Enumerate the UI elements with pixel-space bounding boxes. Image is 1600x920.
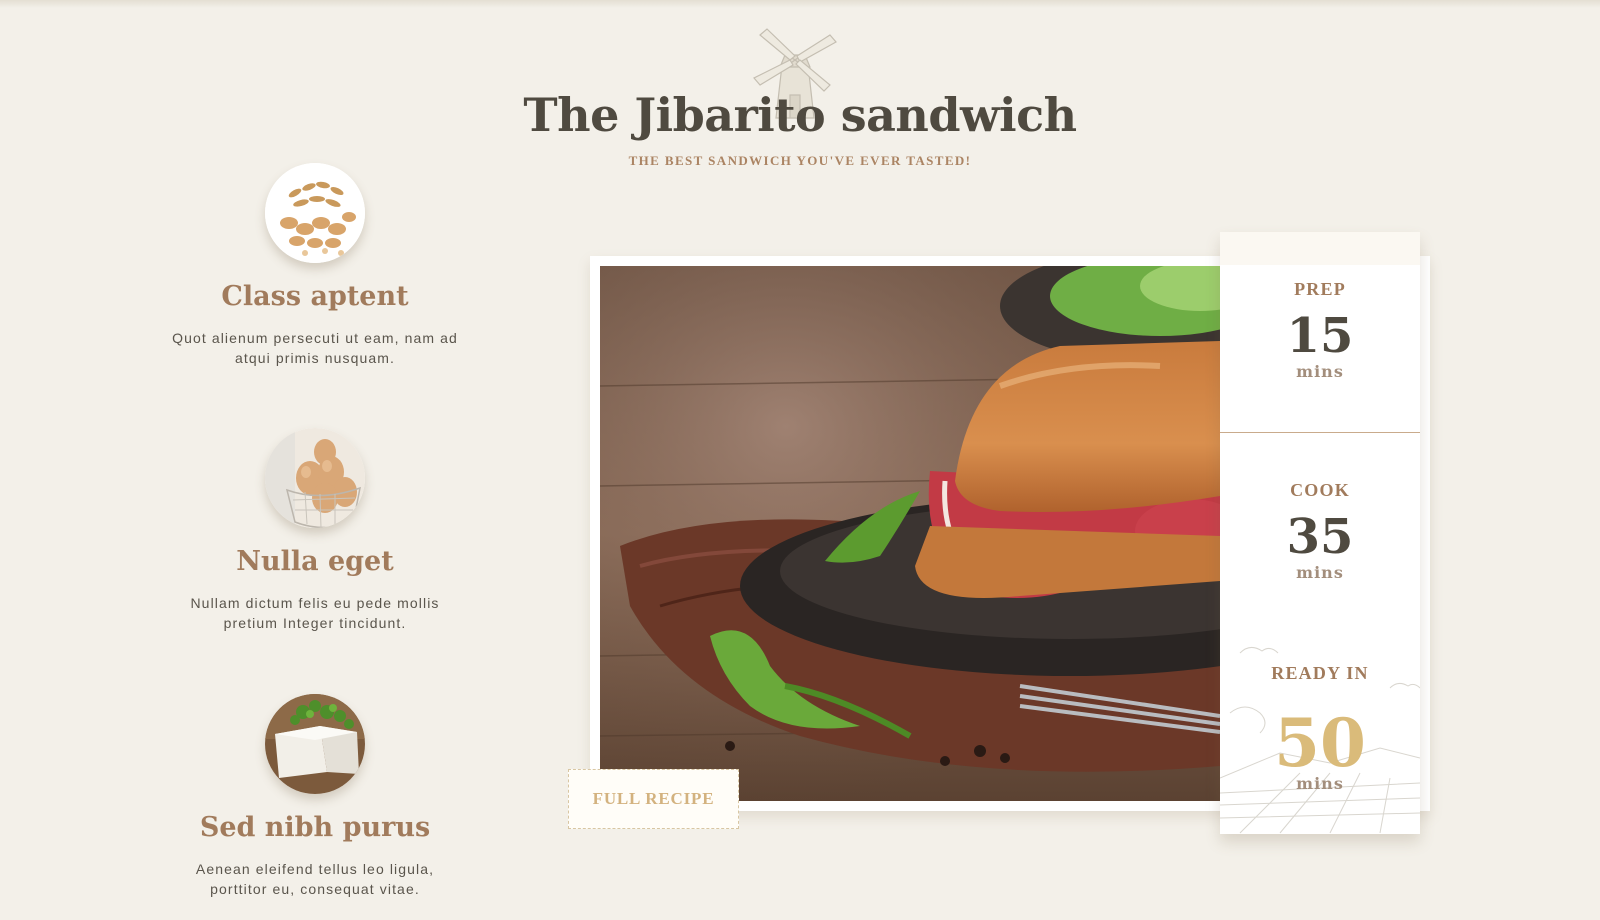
feature-text: Nullam dictum felis eu pede mollis preti…: [190, 595, 440, 631]
cheese-icon: [265, 694, 365, 794]
feature-title: Sed nibh purus: [199, 812, 431, 843]
page-title: The Jibarito sandwich: [523, 88, 1077, 142]
prep-value: 15: [1286, 308, 1354, 364]
feature-title: Nulla eget: [236, 546, 394, 577]
feature-item: Nulla eget Nullam dictum felis eu pede m…: [160, 428, 470, 633]
feature-title: Class aptent: [221, 281, 409, 312]
recipe-times-panel: PREP 15 mins COOK 35 mins READY IN 50 mi…: [1220, 232, 1420, 834]
prep-unit: mins: [1296, 362, 1344, 381]
grains-icon: [265, 163, 365, 263]
cook-time-stat: COOK 35 mins: [1220, 433, 1420, 633]
feature-item: Sed nibh purus Aenean eleifend tellus le…: [160, 694, 470, 899]
feature-text: Quot alienum persecuti ut eam, nam ad at…: [172, 330, 458, 366]
cook-label: COOK: [1290, 480, 1350, 500]
feature-item: Class aptent Quot alienum persecuti ut e…: [160, 163, 470, 368]
full-recipe-button[interactable]: FULL RECIPE: [568, 769, 739, 829]
ready-in-stat: READY IN 50 mins: [1220, 633, 1420, 834]
ready-unit: mins: [1296, 774, 1344, 793]
top-shadow: [0, 0, 1600, 8]
ready-label: READY IN: [1271, 663, 1369, 683]
prep-time-stat: PREP 15 mins: [1220, 265, 1420, 433]
eggs-icon: [265, 428, 365, 528]
feature-text: Aenean eleifend tellus leo ligula, portt…: [195, 861, 435, 897]
ready-value: 50: [1274, 704, 1366, 782]
prep-label: PREP: [1294, 279, 1346, 299]
panel-top-strip: [1220, 232, 1420, 265]
cook-value: 35: [1286, 509, 1354, 565]
sandwich-photo: [600, 266, 1220, 801]
cook-unit: mins: [1296, 563, 1344, 582]
